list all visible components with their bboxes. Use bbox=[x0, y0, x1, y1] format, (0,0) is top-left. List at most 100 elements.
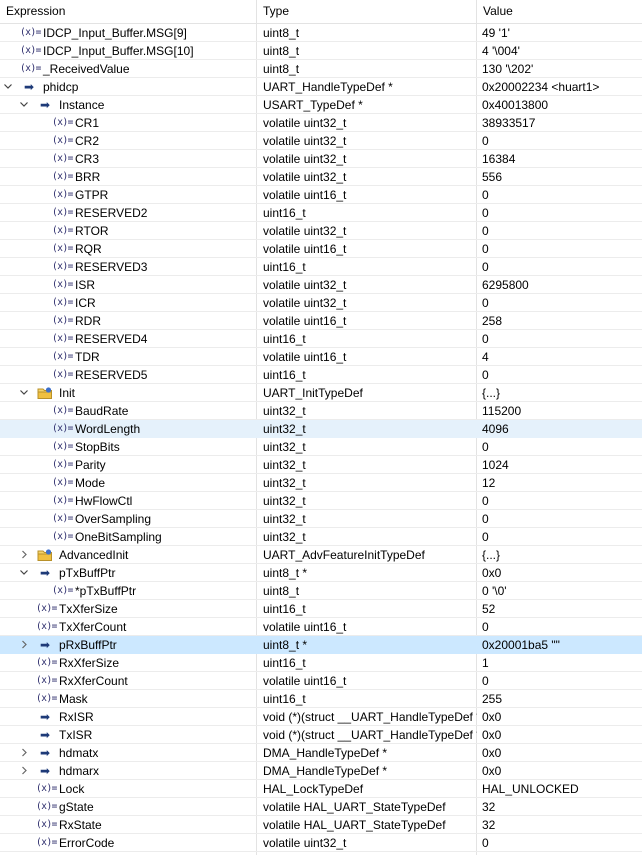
tree-row[interactable]: ➡ Instance USART_TypeDef * 0x40013800 bbox=[0, 96, 642, 114]
value-cell[interactable]: 52 bbox=[482, 600, 640, 617]
tree-row[interactable]: (x)= Mode uint32_t 12 bbox=[0, 474, 642, 492]
value-cell[interactable]: 4096 bbox=[482, 420, 640, 437]
value-cell[interactable]: 130 '\202' bbox=[482, 60, 640, 77]
value-cell[interactable]: 556 bbox=[482, 168, 640, 185]
value-cell[interactable]: 0x20002234 <huart1> bbox=[482, 78, 640, 95]
tree-row[interactable]: (x)= ICR volatile uint32_t 0 bbox=[0, 294, 642, 312]
value-cell[interactable]: 38933517 bbox=[482, 114, 640, 131]
tree-row[interactable]: (x)= CR2 volatile uint32_t 0 bbox=[0, 132, 642, 150]
chevron-right-icon[interactable] bbox=[18, 744, 30, 761]
value-cell[interactable]: 1 bbox=[482, 654, 640, 671]
value-cell[interactable]: 0 bbox=[482, 186, 640, 203]
tree-row[interactable]: ➡ pRxBuffPtr uint8_t * 0x20001ba5 "" bbox=[0, 636, 642, 654]
tree-row[interactable]: ➡ phidcp UART_HandleTypeDef * 0x20002234 <h… bbox=[0, 78, 642, 96]
chevron-down-icon[interactable] bbox=[18, 564, 30, 581]
value-cell[interactable]: 115200 bbox=[482, 402, 640, 419]
tree-row[interactable]: (x)= WordLength uint32_t 4096 bbox=[0, 420, 642, 438]
tree-row[interactable]: (x)= _ReceivedValue uint8_t 130 '\202' bbox=[0, 60, 642, 78]
tree-row[interactable]: (x)= ErrorCode volatile uint32_t 0 bbox=[0, 834, 642, 852]
tree-row[interactable]: ➡ TxISR void (*)(struct __UART_HandleTypeD… bbox=[0, 726, 642, 744]
tree-row[interactable]: (x)= *pTxBuffPtr uint8_t 0 '\0' bbox=[0, 582, 642, 600]
tree-row[interactable]: (x)= IDCP_Input_Buffer.MSG[10] uint8_t 4 '\… bbox=[0, 42, 642, 60]
tree-row[interactable]: (x)= RESERVED2 uint16_t 0 bbox=[0, 204, 642, 222]
tree-row[interactable]: (x)= OneBitSampling uint32_t 0 bbox=[0, 528, 642, 546]
tree-row[interactable]: (x)= RxState volatile HAL_UART_StateTypeDe… bbox=[0, 816, 642, 834]
chevron-down-icon[interactable] bbox=[2, 78, 14, 95]
value-cell[interactable]: 0 bbox=[482, 618, 640, 635]
tree-row[interactable]: ➡ RxISR void (*)(struct __UART_HandleTypeD… bbox=[0, 708, 642, 726]
tree-row[interactable]: (x)= RQR volatile uint16_t 0 bbox=[0, 240, 642, 258]
tree-row[interactable]: (x)= TxXferCount volatile uint16_t 0 bbox=[0, 618, 642, 636]
value-cell[interactable]: 4 '\004' bbox=[482, 42, 640, 59]
tree-row[interactable]: (x)= CR1 volatile uint32_t 38933517 bbox=[0, 114, 642, 132]
chevron-right-icon[interactable] bbox=[18, 546, 30, 563]
value-cell[interactable]: 0 bbox=[482, 834, 640, 851]
tree-row[interactable]: (x)= TDR volatile uint16_t 4 bbox=[0, 348, 642, 366]
value-cell[interactable]: 0 bbox=[482, 366, 640, 383]
tree-row[interactable]: (x)= RESERVED3 uint16_t 0 bbox=[0, 258, 642, 276]
tree-row[interactable]: (x)= RDR volatile uint16_t 258 bbox=[0, 312, 642, 330]
chevron-right-icon[interactable] bbox=[18, 762, 30, 779]
tree-row[interactable]: AdvancedInit UART_AdvFeatureInitTypeDef {.… bbox=[0, 546, 642, 564]
tree-row[interactable]: (x)= TxXferSize uint16_t 52 bbox=[0, 600, 642, 618]
value-cell[interactable]: 0 bbox=[482, 492, 640, 509]
value-cell[interactable]: 4 bbox=[482, 348, 640, 365]
tree-row[interactable]: (x)= StopBits uint32_t 0 bbox=[0, 438, 642, 456]
chevron-down-icon[interactable] bbox=[18, 96, 30, 113]
value-cell[interactable]: 0x0 bbox=[482, 744, 640, 761]
value-cell[interactable]: 0x0 bbox=[482, 564, 640, 581]
value-cell[interactable]: 0 bbox=[482, 222, 640, 239]
value-cell[interactable]: 0x0 bbox=[482, 708, 640, 725]
column-header-expression[interactable]: Expression bbox=[0, 0, 256, 23]
tree-row[interactable]: ➡ hdmatx DMA_HandleTypeDef * 0x0 bbox=[0, 744, 642, 762]
tree-row[interactable]: ➡ pTxBuffPtr uint8_t * 0x0 bbox=[0, 564, 642, 582]
value-cell[interactable]: 6295800 bbox=[482, 276, 640, 293]
value-cell[interactable]: 255 bbox=[482, 690, 640, 707]
tree-row[interactable]: (x)= Lock HAL_LockTypeDef HAL_UNLOCKED bbox=[0, 780, 642, 798]
tree-row[interactable]: (x)= Mask uint16_t 255 bbox=[0, 690, 642, 708]
value-cell[interactable]: 0 bbox=[482, 510, 640, 527]
value-cell[interactable]: 0 bbox=[482, 294, 640, 311]
chevron-down-icon[interactable] bbox=[18, 384, 30, 401]
value-cell[interactable]: 49 '1' bbox=[482, 24, 640, 41]
chevron-right-icon[interactable] bbox=[18, 636, 30, 653]
value-cell[interactable]: 0 '\0' bbox=[482, 582, 640, 599]
value-cell[interactable]: 0 bbox=[482, 672, 640, 689]
tree-row[interactable]: (x)= OverSampling uint32_t 0 bbox=[0, 510, 642, 528]
column-header-value[interactable]: Value bbox=[477, 0, 642, 23]
tree-row[interactable]: (x)= BRR volatile uint32_t 556 bbox=[0, 168, 642, 186]
tree-row[interactable]: (x)= HwFlowCtl uint32_t 0 bbox=[0, 492, 642, 510]
tree-row[interactable]: Init UART_InitTypeDef {...} bbox=[0, 384, 642, 402]
tree-row[interactable]: (x)= RxXferCount volatile uint16_t 0 bbox=[0, 672, 642, 690]
value-cell[interactable]: 0x0 bbox=[482, 726, 640, 743]
value-cell[interactable]: 16384 bbox=[482, 150, 640, 167]
tree-row[interactable]: (x)= IDCP_Input_Buffer.MSG[9] uint8_t 49 '1… bbox=[0, 24, 642, 42]
value-cell[interactable]: 0 bbox=[482, 132, 640, 149]
value-cell[interactable]: 1024 bbox=[482, 456, 640, 473]
value-cell[interactable]: 0x40013800 bbox=[482, 96, 640, 113]
value-cell[interactable]: {...} bbox=[482, 546, 640, 563]
value-cell[interactable]: 12 bbox=[482, 474, 640, 491]
value-cell[interactable]: {...} bbox=[482, 384, 640, 401]
tree-row[interactable]: (x)= gState volatile HAL_UART_StateTypeDef… bbox=[0, 798, 642, 816]
value-cell[interactable]: 0x0 bbox=[482, 762, 640, 779]
tree-row[interactable]: ➡ hdmarx DMA_HandleTypeDef * 0x0 bbox=[0, 762, 642, 780]
value-cell[interactable]: 32 bbox=[482, 798, 640, 815]
tree-row[interactable]: (x)= GTPR volatile uint16_t 0 bbox=[0, 186, 642, 204]
tree-row[interactable]: (x)= RTOR volatile uint32_t 0 bbox=[0, 222, 642, 240]
value-cell[interactable]: 258 bbox=[482, 312, 640, 329]
value-cell[interactable]: HAL_UNLOCKED bbox=[482, 780, 640, 797]
column-header-type[interactable]: Type bbox=[257, 0, 477, 23]
value-cell[interactable]: 0x20001ba5 "" bbox=[482, 636, 640, 653]
value-cell[interactable]: 0 bbox=[482, 258, 640, 275]
value-cell[interactable]: 32 bbox=[482, 816, 640, 833]
tree-row[interactable]: (x)= Parity uint32_t 1024 bbox=[0, 456, 642, 474]
value-cell[interactable]: 0 bbox=[482, 330, 640, 347]
value-cell[interactable]: 0 bbox=[482, 240, 640, 257]
tree-row[interactable]: (x)= RESERVED5 uint16_t 0 bbox=[0, 366, 642, 384]
tree-row[interactable]: (x)= RxXferSize uint16_t 1 bbox=[0, 654, 642, 672]
tree-row[interactable]: (x)= CR3 volatile uint32_t 16384 bbox=[0, 150, 642, 168]
value-cell[interactable]: 0 bbox=[482, 204, 640, 221]
tree-row[interactable]: (x)= BaudRate uint32_t 115200 bbox=[0, 402, 642, 420]
tree-row[interactable]: (x)= ISR volatile uint32_t 6295800 bbox=[0, 276, 642, 294]
